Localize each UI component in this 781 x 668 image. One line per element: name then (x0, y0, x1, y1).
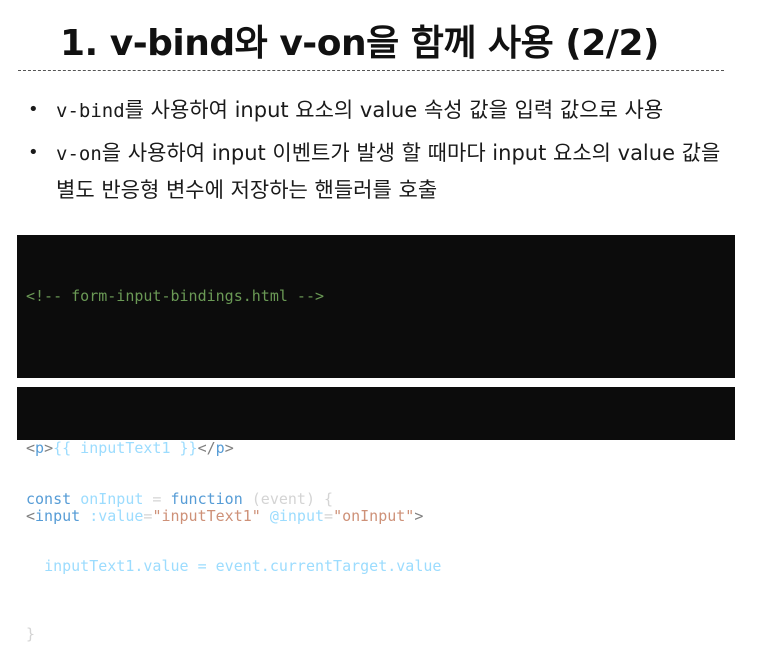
bullet-text: 를 사용하여 input 요소의 value 속성 값을 입력 값으로 사용 (124, 98, 664, 122)
code-line-assign: inputText1.value = event.currentTarget.v… (44, 557, 442, 575)
bullet-item-von: • v-on을 사용하여 input 이벤트가 발생 할 때마다 input 요… (28, 135, 778, 208)
bullet-list: • v-bind를 사용하여 input 요소의 value 속성 값을 입력 … (28, 92, 778, 214)
bullet-icon: • (28, 142, 39, 163)
bullet-text-line2: 별도 반응형 변수에 저장하는 핸들러를 호출 (56, 178, 438, 202)
code-line-close: } (26, 624, 36, 643)
bullet-text-line1: 을 사용하여 input 이벤트가 발생 할 때마다 input 요소의 val… (101, 141, 721, 165)
bullet-icon: • (28, 99, 39, 120)
bullet-item-vbind: • v-bind를 사용하여 input 요소의 value 속성 값을 입력 … (28, 92, 778, 129)
code-line-input: <input :value="inputText1" @input="onInp… (26, 506, 424, 525)
code-term: v-bind (56, 100, 125, 122)
code-term: v-on (56, 143, 102, 165)
title-divider (18, 70, 724, 71)
code-block-script: <!-- form-input-bindings.html --> const … (17, 235, 735, 643)
code-block-template: <p>{{ inputText1 }}</p> <input :value="i… (17, 387, 735, 525)
code-line-p: <p>{{ inputText1 }}</p> (26, 439, 234, 457)
slide-title: 1. v-bind와 v-on을 함께 사용 (2/2) (60, 23, 659, 64)
code-comment: <!-- form-input-bindings.html --> (26, 287, 325, 305)
